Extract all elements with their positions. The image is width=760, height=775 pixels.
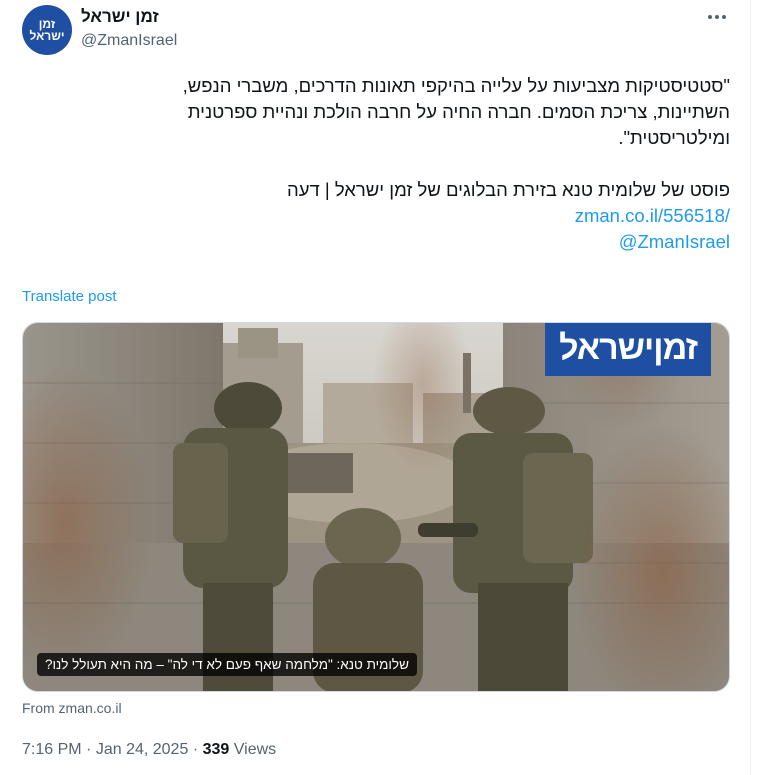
mention-link[interactable]: @ZmanIsrael (22, 229, 730, 255)
link-source[interactable]: From zman.co.il (22, 700, 122, 716)
views-count: 339 (202, 741, 230, 758)
tweet-meta: 7:16 PM · Jan 24, 2025 · 339 Views (22, 741, 276, 759)
tweet-text-line: השתיינות, צריכת הסמים. חברה החיה על חרבה… (187, 101, 730, 122)
brand-logo-badge: זמןישראל (545, 323, 711, 376)
translate-post-button[interactable]: Translate post (22, 288, 117, 305)
tweet-time[interactable]: 7:16 PM (22, 741, 82, 758)
meta-separator: · (86, 741, 92, 758)
avatar-text-line2: ישראל (29, 29, 65, 43)
tweet-text-line: ומילטריסטית". (618, 127, 730, 148)
link-card-title: שלומית טנא: "מלחמה שאף פעם לא די לה" – מ… (37, 653, 417, 676)
more-dot (715, 15, 719, 19)
meta-separator: · (192, 741, 199, 758)
tweet-text-line: פוסט של שלומית טנא בזירת הבלוגים של זמן … (287, 179, 730, 200)
tweet-date[interactable]: Jan 24, 2025 (96, 741, 189, 758)
tweet-detail: זמן ישראל זמן ישראל @ZmanIsrael "סטטיסטי… (0, 0, 751, 775)
author-handle[interactable]: @ZmanIsrael (81, 32, 177, 50)
tweet-text-line: "סטטיסטיקות מצביעות על עלייה בהיקפי תאונ… (182, 75, 730, 96)
more-options-button[interactable] (700, 4, 734, 30)
more-dot (722, 15, 726, 19)
more-horizontal-icon (708, 15, 712, 19)
author-display-name[interactable]: זמן ישראל (81, 7, 159, 27)
avatar[interactable]: זמן ישראל (22, 5, 72, 55)
soldiers-photo (23, 323, 729, 691)
article-link[interactable]: zman.co.il/556518/ (22, 203, 730, 229)
views-label: Views (233, 741, 277, 758)
link-card-image[interactable]: זמןישראל שלומית טנא: "מלחמה שאף פעם לא ד… (22, 322, 730, 692)
tweet-text: "סטטיסטיקות מצביעות על עלייה בהיקפי תאונ… (22, 73, 730, 255)
